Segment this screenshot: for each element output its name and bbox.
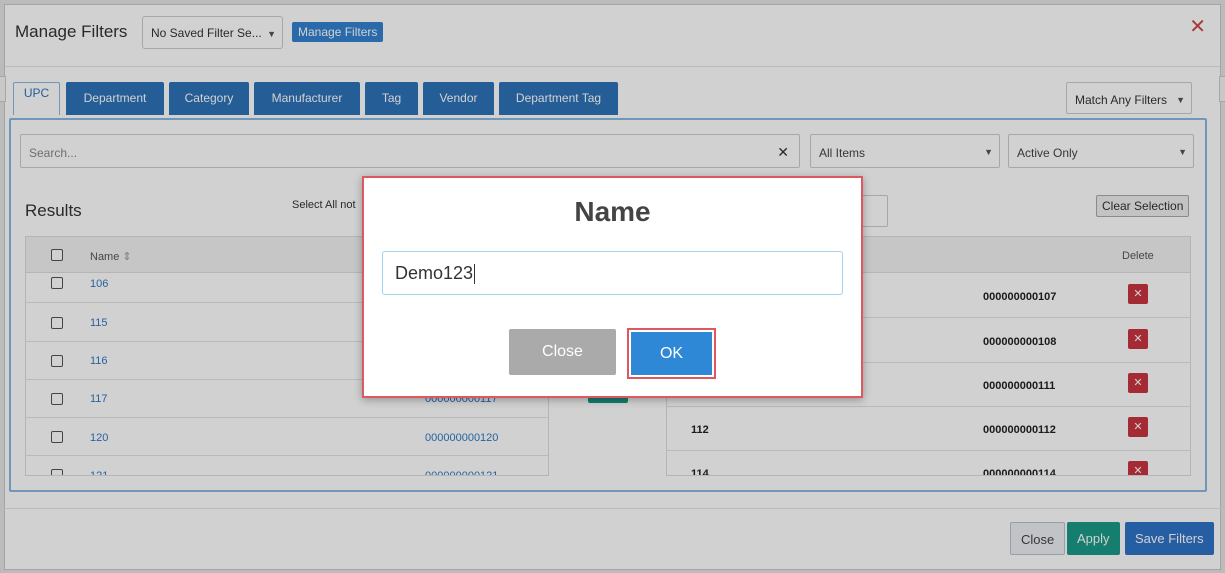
dialog-close-button[interactable]: Close: [509, 329, 616, 375]
name-input-value: Demo123: [395, 263, 474, 283]
name-input[interactable]: Demo123: [382, 251, 843, 295]
ok-button[interactable]: OK: [631, 332, 712, 375]
ok-button-highlight: OK: [627, 328, 716, 379]
text-cursor: [474, 264, 476, 285]
dialog-title: Name: [574, 196, 651, 227]
name-dialog: Name Demo123 Close OK: [362, 176, 863, 398]
